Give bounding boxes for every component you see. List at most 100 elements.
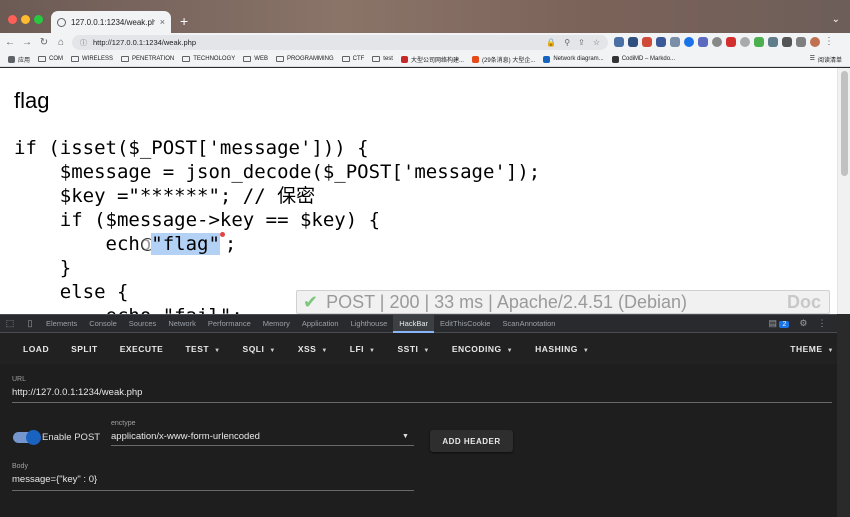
extension-icon[interactable] [726, 37, 736, 47]
devtools-scrollbar[interactable] [837, 314, 850, 517]
test-menu[interactable]: TEST ▼ [174, 344, 231, 354]
tab-lighthouse[interactable]: Lighthouse [345, 315, 394, 333]
tab-sources[interactable]: Sources [123, 315, 163, 333]
browser-tab[interactable]: 127.0.0.1:1234/weak.php × [51, 11, 171, 33]
extension-icon[interactable] [698, 37, 708, 47]
tab-elements[interactable]: Elements [40, 315, 83, 333]
bookmark-item[interactable]: Network diagram... [543, 55, 604, 63]
tab-console[interactable]: Console [83, 315, 123, 333]
ssti-menu[interactable]: SSTI ▼ [387, 344, 441, 354]
xss-menu[interactable]: XSS ▼ [287, 344, 339, 354]
zoom-icon[interactable]: ⚲ [564, 38, 570, 47]
bookmark-item[interactable]: WEB [243, 56, 268, 62]
new-tab-button[interactable]: + [180, 13, 188, 29]
encoding-menu[interactable]: ENCODING ▼ [441, 344, 524, 354]
site-info-icon[interactable]: ⓘ [80, 38, 87, 48]
minimize-window-button[interactable] [21, 15, 30, 24]
settings-gear-icon[interactable]: ⚙ [799, 318, 807, 329]
close-window-button[interactable] [8, 15, 17, 24]
avatar[interactable] [810, 37, 820, 47]
tab-search-icon[interactable]: ⌄ [832, 14, 840, 25]
extension-icon[interactable] [782, 37, 792, 47]
bookmark-item[interactable]: PENETRATION [121, 56, 174, 62]
puzzle-icon[interactable] [796, 37, 806, 47]
add-header-button[interactable]: ADD HEADER [430, 430, 513, 452]
extension-icon[interactable] [614, 37, 624, 47]
forward-icon[interactable]: → [20, 37, 34, 48]
split-button[interactable]: SPLIT [60, 344, 109, 354]
extension-icon[interactable] [712, 37, 722, 47]
more-options-icon[interactable]: ⋮ [817, 318, 826, 329]
bookmark-item[interactable]: 应用 [8, 55, 30, 64]
lock-icon[interactable]: 🔒 [546, 38, 556, 47]
caret-down-icon: ▼ [423, 347, 430, 354]
bookmark-label: Network diagram... [553, 56, 604, 62]
bookmark-item[interactable]: COM [38, 56, 63, 62]
bookmark-item[interactable]: (29条消息) 大型企... [471, 55, 536, 64]
tab-memory[interactable]: Memory [257, 315, 296, 333]
extension-icon[interactable] [684, 37, 694, 47]
bookmark-item[interactable]: TECHNOLOGY [182, 56, 235, 62]
extension-icon[interactable] [642, 37, 652, 47]
toggle-knob[interactable] [26, 430, 41, 445]
bookmark-label: 大型公司网络构建... [410, 57, 464, 64]
bookmark-item[interactable]: PROGRAMMING [275, 56, 334, 62]
enctype-select[interactable]: application/x-www-form-urlencoded [111, 431, 260, 442]
home-icon[interactable]: ⌂ [54, 37, 68, 48]
body-input[interactable]: message={"key" : 0} [12, 474, 97, 485]
bookmark-label: WEB [254, 56, 268, 62]
menu-label: ENCODING [451, 343, 502, 354]
body-label: Body [12, 463, 28, 470]
bookmark-item[interactable]: CTF [341, 56, 364, 62]
extension-icon[interactable] [754, 37, 764, 47]
address-bar[interactable]: ⓘ http://127.0.0.1:1234/weak.php 🔒 ⚲ ⇪ ☆ [72, 35, 608, 50]
device-toggle-icon[interactable]: ▯ [20, 318, 40, 329]
lfi-menu[interactable]: LFI ▼ [339, 344, 387, 354]
share-icon[interactable]: ⇪ [578, 38, 585, 47]
url-input[interactable]: http://127.0.0.1:1234/weak.php [12, 387, 142, 398]
extension-icon[interactable] [628, 37, 638, 47]
tab-scanannotation[interactable]: ScanAnnotation [496, 315, 561, 333]
load-button[interactable]: LOAD [12, 344, 60, 354]
theme-menu[interactable]: THEME ▼ [790, 344, 834, 354]
bookmark-item[interactable]: test [372, 56, 393, 62]
address-bar-url[interactable]: http://127.0.0.1:1234/weak.php [93, 38, 538, 47]
extension-icon[interactable] [768, 37, 778, 47]
tab-application[interactable]: Application [296, 315, 345, 333]
bookmark-item[interactable]: CodiMD – Markdo... [611, 55, 676, 63]
inspect-icon[interactable]: ⬚ [0, 318, 20, 329]
back-icon[interactable]: ← [3, 37, 17, 48]
extension-icon[interactable] [740, 37, 750, 47]
status-text: POST | 200 | 33 ms | Apache/2.4.51 (Debi… [326, 291, 687, 312]
tab-hackbar[interactable]: HackBar [393, 314, 435, 333]
chevron-down-icon[interactable]: ▼ [402, 433, 409, 440]
site-favicon [400, 55, 408, 63]
reading-list[interactable]: ☰ 阅读清单 [810, 55, 842, 64]
maximize-window-button[interactable] [34, 15, 43, 24]
apps-icon [8, 55, 15, 63]
reload-icon[interactable]: ↻ [37, 37, 51, 48]
browser-toolbar: ← → ↻ ⌂ ⓘ http://127.0.0.1:1234/weak.php… [0, 33, 850, 52]
more-menu-icon[interactable]: ⋮ [824, 37, 834, 47]
sqli-menu[interactable]: SQLI ▼ [232, 344, 287, 354]
bookmark-label: (29条消息) 大型企... [481, 57, 536, 64]
tab-network[interactable]: Network [162, 315, 202, 333]
extension-icon[interactable] [670, 37, 680, 47]
bookmark-item[interactable]: 大型公司网络构建... [400, 55, 464, 64]
scrollbar-thumb[interactable] [841, 71, 848, 176]
tab-editthiscookie[interactable]: EditThisCookie [434, 315, 496, 333]
execute-button[interactable]: EXECUTE [109, 344, 175, 354]
bookmark-label: CodiMD – Markdo... [621, 56, 676, 62]
page-scrollbar[interactable] [837, 68, 850, 314]
enable-post-toggle[interactable] [13, 430, 41, 445]
tab-close-icon[interactable]: × [160, 17, 165, 27]
hashing-menu[interactable]: HASHING ▼ [524, 344, 600, 354]
code-fragment: echo [14, 233, 152, 255]
extension-icon[interactable] [656, 37, 666, 47]
bookmark-label: PENETRATION [132, 56, 175, 62]
issues-indicator[interactable]: ▤ 2 [768, 318, 790, 329]
caret-down-icon: ▼ [321, 347, 328, 354]
tab-performance[interactable]: Performance [202, 315, 257, 333]
bookmark-star-icon[interactable]: ☆ [593, 38, 600, 47]
bookmark-item[interactable]: WIRELESS [71, 56, 113, 62]
